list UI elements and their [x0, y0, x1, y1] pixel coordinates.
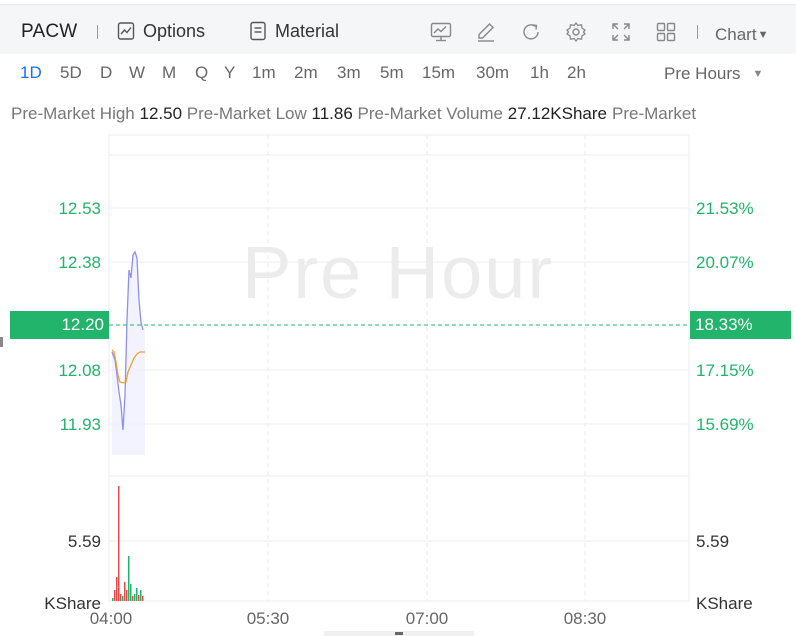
volume-bar	[132, 596, 134, 601]
period-tab-30m[interactable]: 30m	[476, 63, 509, 83]
current-percent-value: 18.33%	[695, 315, 753, 334]
price-tick: 11.93	[60, 415, 101, 434]
options-chart-icon	[117, 22, 135, 40]
price-tick: 12.53	[58, 199, 101, 218]
layout-icon[interactable]	[655, 21, 677, 43]
volume-tick-left: 5.59	[68, 532, 101, 551]
period-tab-y[interactable]: Y	[224, 63, 235, 83]
volume-bar	[142, 596, 144, 601]
premarket-low-label: Pre-Market Low	[186, 104, 307, 123]
current-price-badge: 12.20	[10, 311, 109, 339]
time-axis: 04:00 05:30 07:00 08:30	[90, 609, 607, 628]
volume-bar	[116, 577, 118, 601]
time-gridlines	[267, 135, 586, 601]
volume-bar	[138, 595, 140, 601]
time-tick: 08:30	[564, 609, 607, 628]
period-tab-w[interactable]: W	[129, 63, 145, 83]
time-tick: 04:00	[90, 609, 133, 628]
premarket-volume-label: Pre-Market Volume	[357, 104, 504, 123]
toolbar-divider	[697, 25, 698, 39]
premarket-high-value: 12.50	[139, 104, 183, 123]
period-tab-1m[interactable]: 1m	[252, 63, 276, 83]
chart-type-dropdown[interactable]: Chart▼	[715, 25, 768, 45]
left-drag-handle[interactable]	[0, 337, 3, 347]
refresh-icon[interactable]	[520, 21, 542, 43]
fullscreen-icon[interactable]	[610, 21, 632, 43]
period-tab-1h[interactable]: 1h	[530, 63, 549, 83]
volume-bar	[114, 590, 116, 601]
scrollbar-handle[interactable]	[395, 632, 403, 635]
caret-down-icon: ▼	[757, 29, 769, 41]
period-tab-5m[interactable]: 5m	[380, 63, 404, 83]
percent-tick: 15.69%	[696, 415, 754, 434]
premarket-volume-value: 27.12KShare	[507, 104, 607, 123]
period-tab-2h[interactable]: 2h	[567, 63, 586, 83]
premarket-extra-label: Pre-Market	[612, 104, 697, 123]
volume-bar	[140, 590, 142, 601]
caret-down-icon: ▼	[752, 68, 764, 80]
volume-bar	[136, 588, 138, 601]
volume-bar	[126, 590, 128, 601]
period-tab-d[interactable]: D	[100, 63, 112, 83]
indicator-icon[interactable]	[430, 21, 452, 43]
price-chart[interactable]: Pre Hour 12.53 12.38 12.08 11.93 21.53% 20.0…	[0, 128, 796, 636]
options-button[interactable]: Options	[117, 17, 205, 45]
percent-tick: 17.15%	[696, 361, 754, 380]
period-tab-2m[interactable]: 2m	[294, 63, 318, 83]
premarket-high-label: Pre-Market High	[11, 104, 135, 123]
top-toolbar: PACW Options Material Chart▼	[0, 4, 796, 54]
period-tab-3m[interactable]: 3m	[337, 63, 361, 83]
symbol-label: PACW	[21, 21, 78, 42]
options-label: Options	[143, 20, 206, 41]
period-tab-q[interactable]: Q	[195, 63, 208, 83]
premarket-low-value: 11.86	[311, 104, 353, 123]
period-tab-15m[interactable]: 15m	[422, 63, 455, 83]
period-tab-5d[interactable]: 5D	[60, 63, 82, 83]
material-label: Material	[275, 20, 340, 41]
plot-frame	[108, 134, 690, 602]
percent-tick: 21.53%	[696, 199, 754, 218]
chart-watermark: Pre Hour	[242, 231, 554, 314]
session-dropdown[interactable]: Pre Hours ▼	[664, 64, 763, 84]
volume-bar	[128, 556, 130, 601]
volume-bars	[112, 486, 144, 601]
volume-bar	[124, 582, 126, 601]
volume-bar	[120, 594, 122, 601]
draw-icon[interactable]	[475, 21, 497, 43]
percent-tick: 20.07%	[696, 253, 754, 272]
volume-bar	[112, 598, 114, 601]
volume-bar	[118, 486, 120, 601]
period-tab-m[interactable]: M	[162, 63, 176, 83]
document-icon	[250, 21, 266, 41]
session-label: Pre Hours	[664, 64, 741, 83]
time-tick: 07:00	[406, 609, 449, 628]
current-percent-badge: 18.33%	[690, 311, 791, 339]
material-button[interactable]: Material	[249, 17, 339, 45]
toolbar-divider	[97, 25, 98, 39]
chart-type-label: Chart	[715, 25, 757, 44]
premarket-stats: Pre-Market High 12.50 Pre-Market Low 11.…	[11, 104, 796, 124]
volume-bar	[130, 584, 132, 601]
volume-tick-right: 5.59	[696, 532, 729, 551]
settings-icon[interactable]	[565, 21, 587, 43]
volume-bar	[134, 594, 136, 601]
time-tick: 05:30	[247, 609, 290, 628]
period-tab-1d[interactable]: 1D	[20, 63, 42, 83]
price-tick: 12.08	[58, 361, 101, 380]
volume-bar	[122, 596, 124, 601]
volume-unit-right: KShare	[696, 594, 753, 613]
current-price-value: 12.20	[61, 315, 104, 334]
price-tick: 12.38	[58, 253, 101, 272]
